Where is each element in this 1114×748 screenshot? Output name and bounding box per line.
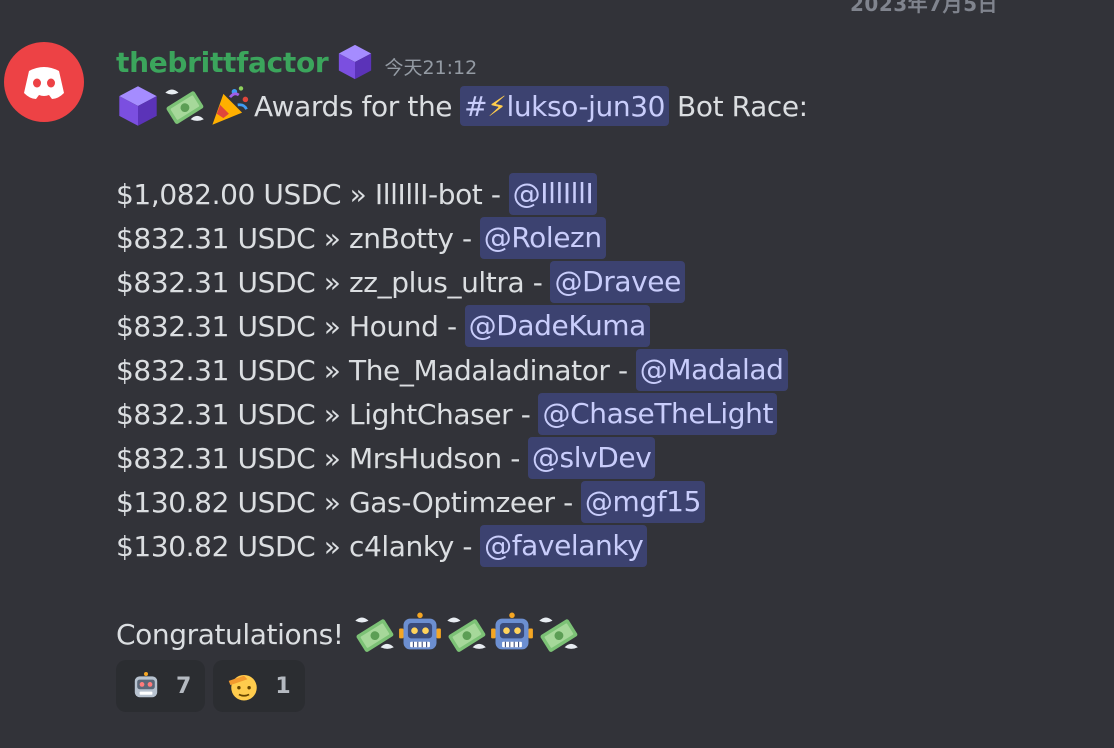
channel-name: lukso-jun30 [506, 89, 666, 123]
award-line: $832.31 USDC » LightChaser - @ChaseTheLi… [116, 392, 778, 436]
robot-icon [398, 612, 442, 656]
user-mention[interactable]: @IllIllI [508, 173, 598, 215]
award-line: $832.31 USDC » The_Madaladinator - @Mada… [116, 348, 788, 392]
intro-text: Awards for the [254, 89, 453, 123]
user-mention[interactable]: @Madalad [635, 349, 788, 391]
award-text: $130.82 USDC » c4lanky - [116, 529, 473, 563]
award-line: $130.82 USDC » c4lanky - @favelanky [116, 524, 648, 568]
user-mention[interactable]: @Dravee [550, 261, 685, 303]
award-text: $832.31 USDC » The_Madaladinator - [116, 353, 628, 387]
intro-suffix: Bot Race: [677, 89, 808, 123]
channel-hash-icon: # [464, 89, 488, 123]
money-with-wings-icon [536, 612, 580, 656]
user-mention[interactable]: @ChaseTheLight [538, 393, 778, 435]
avatar[interactable] [4, 42, 84, 122]
reaction-robot[interactable]: 7 [116, 660, 206, 712]
award-text: $832.31 USDC » MrsHudson - [116, 441, 520, 475]
reactions-bar: 7 1 [116, 660, 305, 712]
reaction-salute[interactable]: 1 [213, 660, 305, 712]
author-name[interactable]: thebrittfactor [116, 46, 329, 79]
lightning-icon: ⚡ [487, 89, 507, 123]
robot-icon [130, 670, 162, 702]
award-text: $130.82 USDC » Gas-Optimzeer - [116, 485, 573, 519]
user-mention[interactable]: @mgf15 [580, 481, 705, 523]
award-text: $1,082.00 USDC » IllIllI-bot - [116, 177, 501, 211]
money-with-wings-icon [162, 84, 206, 128]
date-divider: 2023年7月5日 [850, 0, 998, 16]
saluting-face-icon [227, 669, 261, 703]
cube-role-icon [336, 43, 374, 81]
award-line: $1,082.00 USDC » IllIllI-bot - @IllIllI [116, 172, 598, 216]
reaction-count: 1 [275, 673, 291, 699]
congrats-text: Congratulations! [116, 617, 344, 651]
user-mention[interactable]: @DadeKuma [464, 305, 650, 347]
user-mention[interactable]: @slvDev [527, 437, 656, 479]
congrats-line: Congratulations! [116, 612, 582, 656]
discord-logo-icon [24, 67, 64, 99]
award-text: $832.31 USDC » znBotty - [116, 221, 472, 255]
party-popper-icon [208, 84, 252, 128]
message-intro-line: Awards for the # ⚡ lukso-jun30 Bot Race: [116, 84, 808, 128]
money-with-wings-icon [444, 612, 488, 656]
award-text: $832.31 USDC » zz_plus_ultra - [116, 265, 543, 299]
award-line: $832.31 USDC » znBotty - @Rolezn [116, 216, 606, 260]
user-mention[interactable]: @favelanky [480, 525, 648, 567]
reaction-count: 7 [176, 673, 192, 699]
message-header: thebrittfactor 今天21:12 [116, 42, 477, 82]
money-with-wings-icon [352, 612, 396, 656]
award-text: $832.31 USDC » LightChaser - [116, 397, 531, 431]
timestamp[interactable]: 今天21:12 [384, 53, 477, 80]
user-mention[interactable]: @Rolezn [479, 217, 606, 259]
award-line: $832.31 USDC » MrsHudson - @slvDev [116, 436, 656, 480]
award-text: $832.31 USDC » Hound - [116, 309, 457, 343]
cube-icon [116, 84, 160, 128]
channel-link[interactable]: # ⚡ lukso-jun30 [460, 86, 670, 126]
award-line: $130.82 USDC » Gas-Optimzeer - @mgf15 [116, 480, 705, 524]
robot-icon [490, 612, 534, 656]
award-line: $832.31 USDC » zz_plus_ultra - @Dravee [116, 260, 685, 304]
award-line: $832.31 USDC » Hound - @DadeKuma [116, 304, 650, 348]
